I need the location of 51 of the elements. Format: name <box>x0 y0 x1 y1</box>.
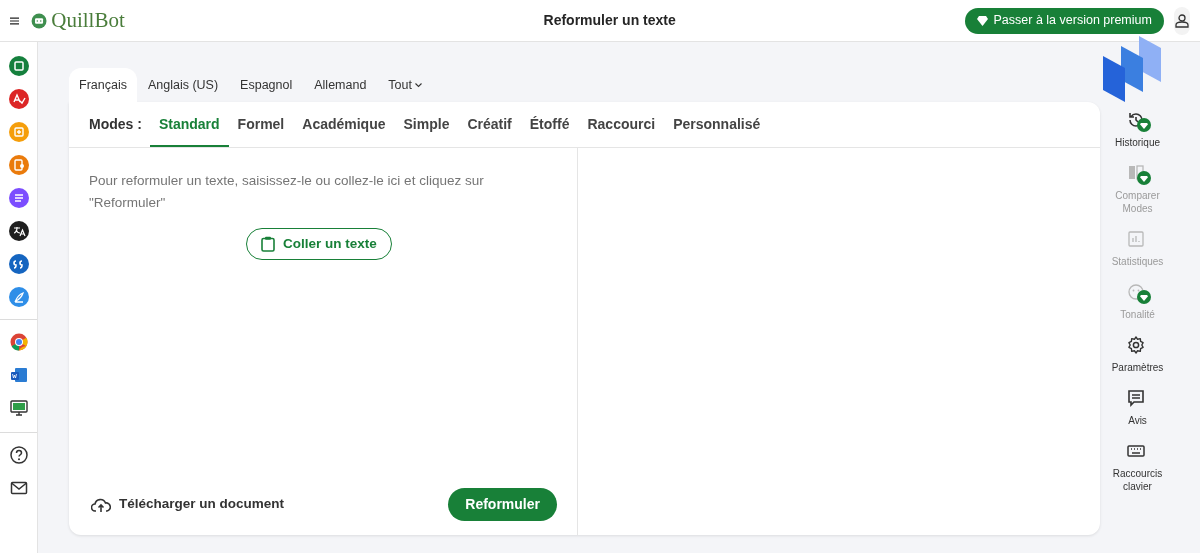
mode-tab[interactable]: Formel <box>228 102 294 147</box>
tool-label: Tonalité <box>1119 308 1156 321</box>
mode-tab[interactable]: Simple <box>394 102 459 147</box>
reformulate-button[interactable]: Reformuler <box>448 488 557 521</box>
lines-app-icon[interactable] <box>8 188 29 208</box>
language-tab[interactable]: Français <box>69 68 137 102</box>
mode-tab[interactable]: Créatif <box>458 102 521 147</box>
language-tab[interactable]: Espagnol <box>229 68 304 102</box>
quill-app-icon[interactable] <box>8 287 29 307</box>
monitor-icon[interactable] <box>8 398 29 418</box>
language-tab[interactable]: Anglais (US) <box>136 68 230 102</box>
chart-icon <box>1125 229 1146 249</box>
settings-icon <box>1125 335 1146 355</box>
menu-icon[interactable] <box>10 14 20 27</box>
tool-label: Raccourcis clavier <box>1111 467 1164 493</box>
tool-label: Historique <box>1114 136 1161 149</box>
tool-button[interactable]: Raccourcis clavier <box>1100 441 1175 493</box>
word-icon[interactable] <box>8 365 29 385</box>
clipboard-icon <box>261 236 276 252</box>
modes-label: Modes : <box>89 115 142 134</box>
tool-label: Avis <box>1127 414 1148 427</box>
input-field[interactable]: Pour reformuler un texte, saisissez-le ou collez-le ici et cliquez sur "Reformuler" <box>89 170 519 214</box>
document-app-icon[interactable] <box>8 155 29 175</box>
message-icon <box>1125 388 1146 408</box>
page-title: Reformuler un texte <box>542 11 677 30</box>
help-icon[interactable] <box>8 445 29 465</box>
face-icon <box>1125 282 1146 302</box>
premium-button[interactable]: Passer à la version premium <box>964 7 1164 34</box>
tool-label: Statistiques <box>1110 255 1165 268</box>
tool-button[interactable]: Avis <box>1100 388 1175 427</box>
translate-app-icon[interactable] <box>8 221 29 241</box>
grammar-check-app-icon[interactable] <box>8 89 29 109</box>
diamond-icon <box>976 15 988 26</box>
user-icon <box>1174 13 1189 28</box>
language-tab[interactable]: Tout <box>377 68 433 102</box>
mode-tab[interactable]: Personnalisé <box>664 102 770 147</box>
account-button[interactable] <box>1173 6 1190 35</box>
paraphrase-app-icon[interactable] <box>8 56 29 76</box>
upload-link[interactable]: Télécharger un document <box>91 494 285 515</box>
mode-tab[interactable]: Raccourci <box>578 102 665 147</box>
chrome-icon[interactable] <box>8 332 29 352</box>
tool-button[interactable]: Paramètres <box>1100 335 1175 374</box>
brand-name: QuillBot <box>51 6 125 34</box>
language-tab[interactable]: Allemand <box>303 68 378 102</box>
mode-tab[interactable]: Étoffé <box>520 102 579 147</box>
tool-label: Comparer Modes <box>1114 189 1161 215</box>
mode-tab[interactable]: Standard <box>149 102 229 147</box>
tool-label: Paramètres <box>1110 361 1165 374</box>
mode-tab[interactable]: Académique <box>293 102 395 147</box>
cloud-upload-icon <box>91 497 111 512</box>
tool-button[interactable]: Historique <box>1100 110 1175 149</box>
